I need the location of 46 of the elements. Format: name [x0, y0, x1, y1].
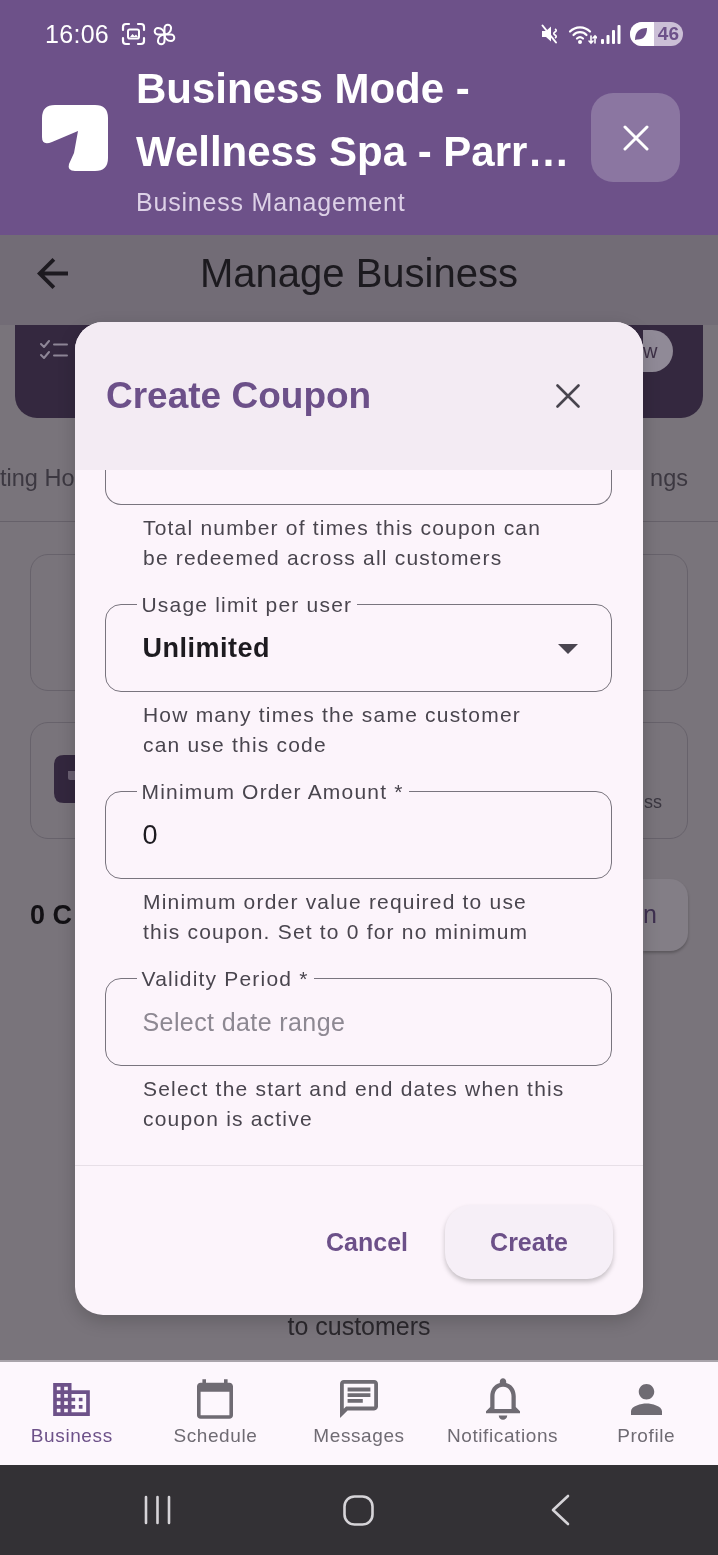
- screenshot-icon: [121, 22, 147, 46]
- helper-text: Minimum order value required to use this coupon. Set to 0 for no minimum: [143, 889, 530, 945]
- action-button[interactable]: n: [643, 878, 688, 951]
- close-icon: [622, 124, 649, 151]
- helper-text: Select the start and end dates when this coupon is active: [143, 1076, 566, 1132]
- calendar-icon: [197, 1379, 234, 1419]
- leaf-icon: [634, 27, 648, 41]
- helper-text: Total number of times this coupon can be redeemed across all customers: [143, 515, 543, 571]
- tile-icon: [53, 755, 75, 803]
- nav-item[interactable]: Profile: [574, 1362, 718, 1465]
- logo-icon: [42, 105, 108, 171]
- nav-item[interactable]: Business: [0, 1362, 144, 1465]
- caret-icon: [558, 643, 578, 654]
- banner-button[interactable]: w: [643, 330, 673, 372]
- helper-text: How many times the same customer can use this code: [143, 702, 522, 758]
- tab[interactable]: ngs: [650, 463, 688, 492]
- create-button[interactable]: Create: [445, 1205, 613, 1279]
- back-arrow-icon: [37, 257, 68, 289]
- cancel-button[interactable]: Cancel: [309, 1214, 425, 1270]
- header-title: Business Mode - Wellness Spa - Parr…: [136, 63, 571, 177]
- nav-item[interactable]: Messages: [287, 1362, 431, 1465]
- dialog-title: Create Coupon: [106, 374, 372, 418]
- bell-icon: [485, 1378, 520, 1420]
- back-button[interactable]: [37, 257, 68, 289]
- clock-time: 16:06: [45, 20, 110, 48]
- close-icon: [556, 384, 580, 408]
- nav-item[interactable]: Notifications: [430, 1362, 575, 1465]
- header-subtitle: Business Management: [136, 186, 407, 217]
- nav-item[interactable]: Schedule: [143, 1362, 288, 1465]
- home-icon[interactable]: [343, 1494, 375, 1526]
- mute-icon: [541, 23, 559, 45]
- note-text: to customers: [287, 1315, 431, 1337]
- card-text: ss: [644, 790, 662, 814]
- back-icon[interactable]: [550, 1494, 571, 1526]
- checklist-icon: [40, 340, 68, 360]
- recent-apps-icon[interactable]: [144, 1495, 172, 1525]
- page-title: Manage Business: [200, 250, 518, 297]
- wifi-icon: [568, 23, 597, 45]
- input-field[interactable]: [105, 470, 612, 505]
- building-icon: [53, 1382, 91, 1416]
- chat-icon: [340, 1380, 378, 1418]
- battery-level-text: 46: [657, 23, 679, 45]
- close-button[interactable]: [591, 93, 680, 182]
- signal-icon: [601, 24, 621, 44]
- pinwheel-icon: [153, 22, 177, 46]
- count-text: 0 C: [30, 898, 73, 931]
